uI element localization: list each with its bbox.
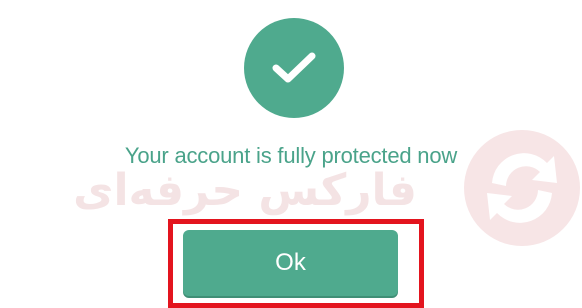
checkmark-icon	[272, 52, 316, 83]
watermark-text: فارکس حرفه‌ای	[73, 165, 417, 216]
success-message: Your account is fully protected now	[124, 143, 458, 168]
ok-button[interactable]: Ok	[183, 230, 398, 296]
success-dialog: فارکس حرفه‌ای Your account is fully prot…	[0, 0, 582, 308]
success-check-badge	[244, 18, 344, 118]
